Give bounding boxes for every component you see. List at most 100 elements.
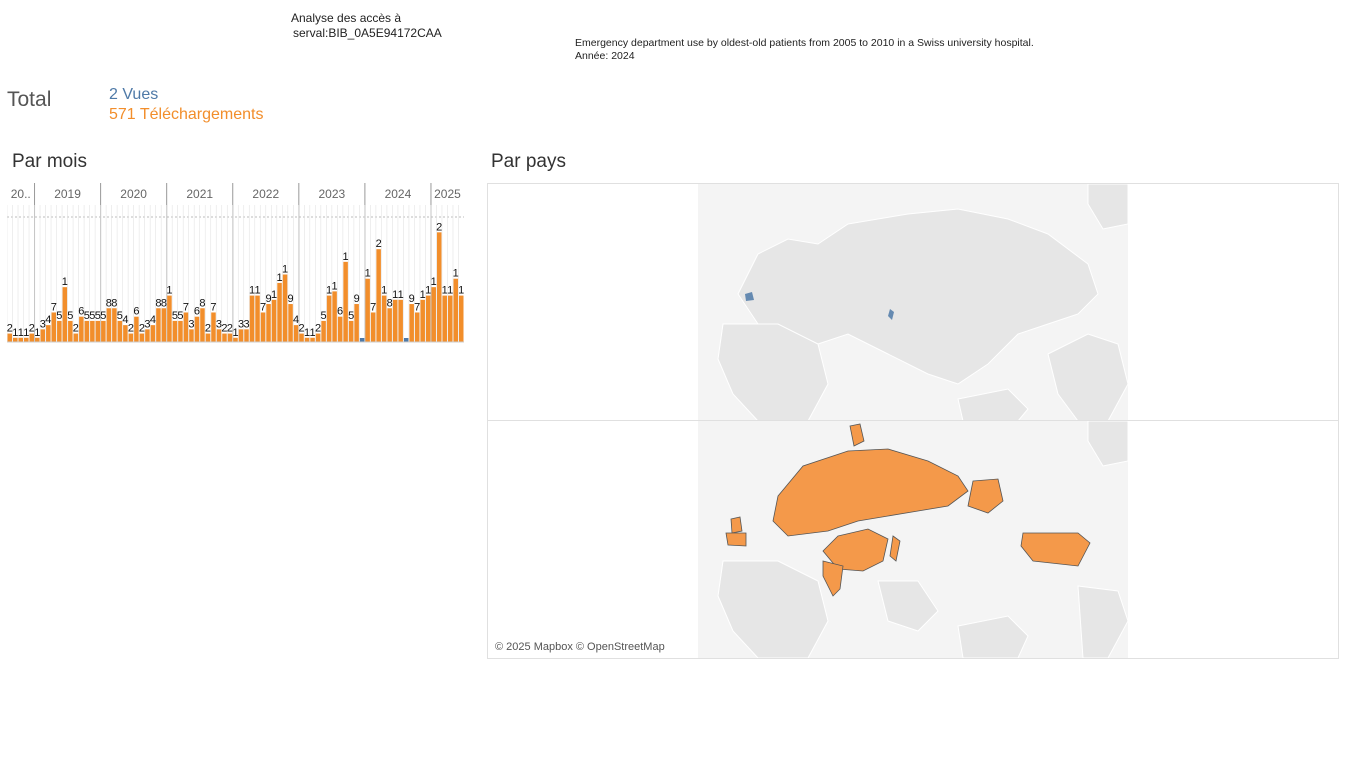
downloads-bar[interactable] [447,295,453,342]
downloads-bar[interactable] [101,320,106,342]
map-downloads-uk-ireland [730,516,743,534]
downloads-bar[interactable] [260,312,266,342]
bar-value-label: 1 [282,264,288,276]
downloads-bar[interactable] [321,320,326,342]
monthly-bar-chart[interactable]: 20.. 2019 2020 2021 2022 2023 2024 20252 1 1 1 2 13 4… [7,183,464,345]
downloads-bar[interactable] [106,308,112,342]
bar-value-label: 4 [150,314,156,326]
downloads-bar[interactable] [46,325,51,342]
downloads-bar[interactable] [244,329,249,342]
bar-value-label: 7 [414,301,420,313]
bar-value-label: 1 [365,268,371,280]
downloads-map-panel[interactable] [487,420,1339,659]
downloads-bar[interactable] [398,299,403,342]
downloads-bar[interactable] [90,320,95,342]
bar-value-label: 1 [453,268,459,280]
views-bar[interactable] [403,338,409,342]
downloads-bar[interactable] [249,295,255,342]
downloads-bar[interactable] [238,329,244,342]
views-total: 2 Vues [109,86,159,103]
analysis-title-line1: Analyse des accès à [291,11,402,25]
downloads-bar[interactable] [222,333,227,342]
downloads-bar[interactable] [458,295,464,342]
downloads-bar[interactable] [420,299,425,342]
analysis-title: Analyse des accès à serval:BIB_0A5E94172… [291,11,442,41]
downloads-bar[interactable] [128,333,134,342]
totals-block: 2 Vues 571 Téléchargements [109,85,263,125]
year-tick-label: 2019 [54,187,81,201]
bar-value-label: 1 [458,285,464,297]
year-tick-label: 2020 [120,187,147,201]
year-tick-label: 2022 [252,187,279,201]
downloads-bar[interactable] [343,261,348,342]
year-tick-label: 2024 [385,187,412,201]
bar-value-label: 3 [243,318,249,330]
bar-value-label: 2 [376,238,382,250]
downloads-bar[interactable] [40,329,46,342]
bar-value-label: 2 [128,323,134,335]
downloads-bar[interactable] [277,282,282,342]
bar-value-label: 1 [271,289,277,301]
downloads-bar[interactable] [370,312,376,342]
downloads-bar[interactable] [84,320,90,342]
downloads-bar[interactable] [145,329,150,342]
downloads-bar[interactable] [326,295,332,342]
bar-value-label: 1 [398,289,404,301]
downloads-bar[interactable] [139,333,145,342]
bar-value-label: 4 [45,314,51,326]
bar-value-label: 6 [337,306,343,318]
downloads-bar[interactable] [414,312,420,342]
bar-value-label: 5 [321,310,327,322]
bar-value-label: 8 [111,297,117,309]
downloads-bar[interactable] [205,333,211,342]
bar-value-label: 5 [348,310,354,322]
downloads-bar[interactable] [431,287,436,342]
downloads-bar[interactable] [337,316,343,342]
downloads-total: 571 Téléchargements [109,106,264,123]
bar-value-label: 1 [381,285,387,297]
bar-value-label: 2 [315,323,321,335]
downloads-bar[interactable] [271,299,277,342]
downloads-bar[interactable] [57,320,62,342]
bar-value-label: 2 [73,323,79,335]
year-tick-label: 2025 [434,187,461,201]
downloads-bar[interactable] [315,333,321,342]
bar-value-label: 6 [133,306,139,318]
bar-value-label: 1 [447,285,453,297]
total-label: Total [7,88,52,111]
downloads-bar[interactable] [282,274,288,343]
downloads-bar[interactable] [161,308,167,342]
downloads-bar[interactable] [348,320,354,342]
bar-value-label: 2 [205,323,211,335]
downloads-bar[interactable] [156,308,161,342]
map-attribution: © 2025 Mapbox © OpenStreetMap [495,641,665,653]
downloads-bar[interactable] [354,304,359,342]
bar-value-label: 7 [210,301,216,313]
downloads-bar[interactable] [442,295,447,342]
downloads-bar[interactable] [150,325,156,342]
views-bar[interactable] [359,338,365,342]
downloads-bar[interactable] [425,295,431,342]
bar-value-label: 9 [354,293,360,305]
bar-value-label: 1 [431,276,437,288]
publication-info: Emergency department use by oldest-old p… [575,37,1034,63]
downloads-bar[interactable] [189,329,194,342]
analysis-identifier: serval:BIB_0A5E94172CAA [293,26,442,40]
downloads-bar[interactable] [194,316,200,342]
bar-value-label: 1 [254,285,260,297]
downloads-bar[interactable] [387,308,392,342]
bar-value-label: 8 [161,297,167,309]
downloads-bar[interactable] [266,304,271,342]
downloads-bar[interactable] [95,320,101,342]
bar-value-label: 1 [332,280,338,292]
by-country-title: Par pays [491,151,566,172]
downloads-bar[interactable] [392,299,398,342]
views-map-panel[interactable] [487,183,1339,422]
year-tick-label: 20.. [11,187,31,201]
downloads-bar[interactable] [178,320,183,342]
bar-value-label: 7 [370,301,376,313]
downloads-bar[interactable] [172,320,178,342]
publication-year: Année: 2024 [575,50,635,62]
year-tick-label: 2021 [186,187,213,201]
downloads-bar[interactable] [73,333,79,342]
